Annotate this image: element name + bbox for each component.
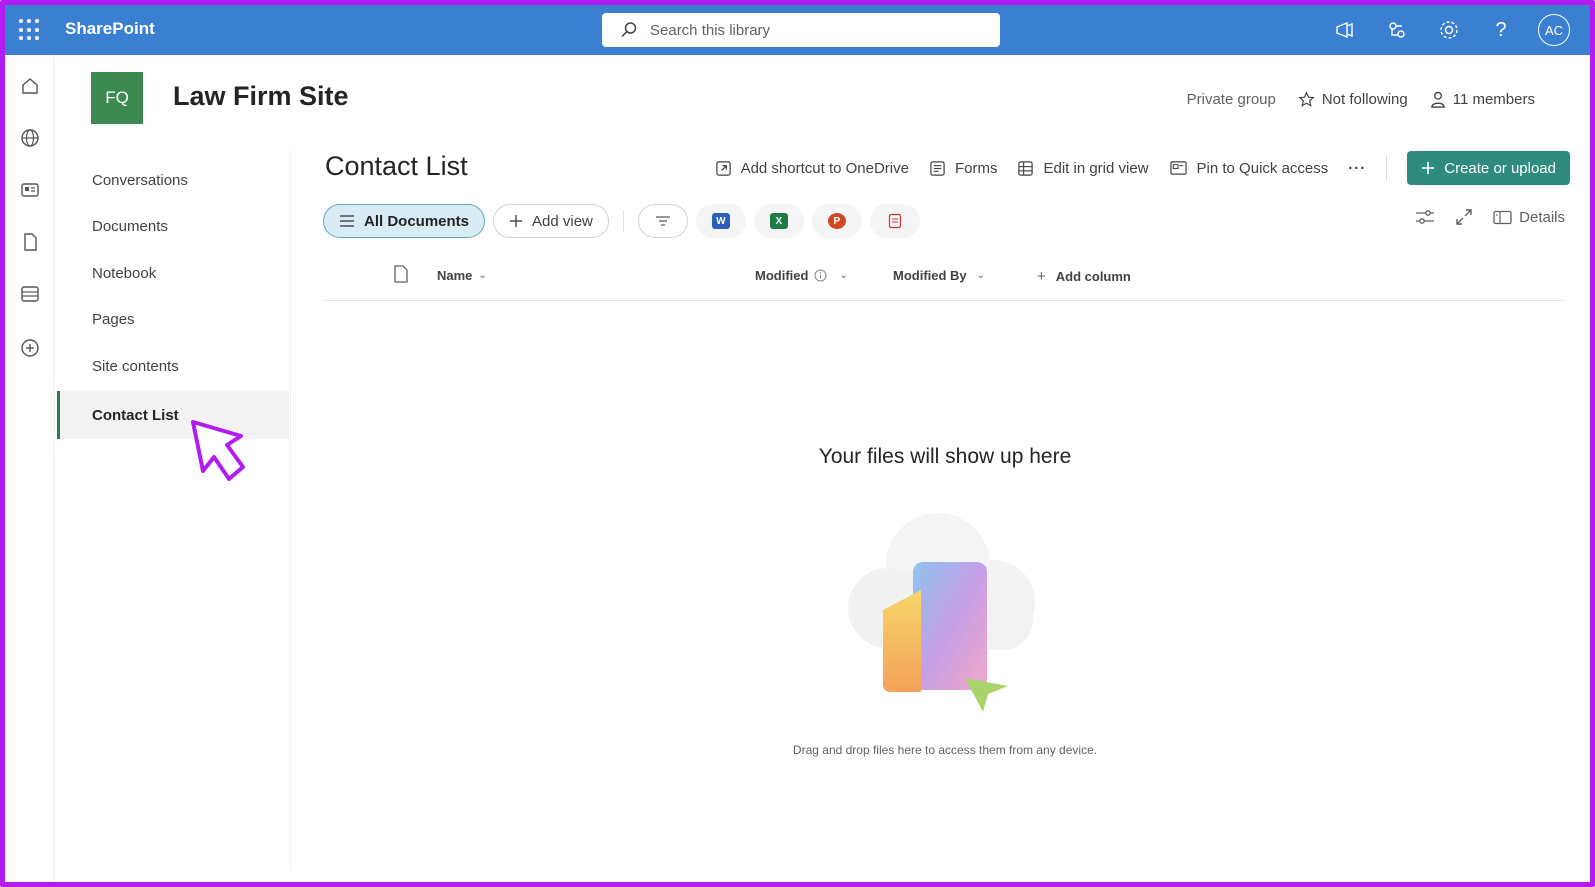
nav-item-pages[interactable]: Pages	[57, 296, 289, 342]
details-pane-button[interactable]: Details	[1493, 209, 1565, 226]
view-divider	[622, 210, 624, 232]
new-powerpoint-button[interactable]: P	[811, 204, 862, 238]
plus-icon	[510, 215, 523, 227]
column-name-label: Name	[437, 268, 473, 283]
create-upload-label: Create or upload	[1444, 159, 1556, 177]
cloud-file-illustration-icon	[848, 513, 1035, 712]
suite-header: SharePoint Search this library ? AC	[5, 5, 1590, 55]
add-view-button[interactable]: Add view	[493, 204, 609, 238]
follow-label: Not following	[1321, 91, 1408, 108]
info-icon	[814, 269, 827, 282]
library-title: Contact List	[325, 151, 468, 181]
filter-icon	[655, 216, 670, 226]
nav-item-conversations[interactable]: Conversations	[57, 157, 289, 203]
header-actions: ? AC	[1330, 14, 1570, 46]
site-navigation: Conversations Documents Notebook Pages S…	[57, 150, 291, 870]
column-header-row: Name ⌄ Modified ⌄ Modified By ⌄ + Add co…	[325, 261, 1563, 301]
view-options: Details	[1415, 208, 1565, 226]
all-documents-label: All Documents	[364, 212, 470, 230]
chevron-down-icon: ⌄	[839, 270, 848, 281]
command-divider	[1386, 155, 1388, 181]
annotation-arrow-icon	[191, 420, 245, 481]
new-excel-button[interactable]: X	[753, 204, 804, 238]
home-icon[interactable]	[19, 75, 41, 97]
edit-grid-view-button[interactable]: Edit in grid view	[1017, 159, 1149, 177]
help-icon[interactable]: ?	[1486, 15, 1516, 45]
search-box[interactable]: Search this library	[602, 13, 1000, 47]
chevron-down-icon: ⌄	[976, 270, 986, 281]
form-doc-icon	[888, 213, 901, 229]
pin-icon	[1169, 160, 1187, 175]
megaphone-icon[interactable]	[1330, 15, 1360, 45]
new-word-button[interactable]: W	[695, 204, 746, 238]
excel-icon: X	[769, 213, 788, 229]
screenshot-frame: SharePoint Search this library ? AC FQ L…	[0, 0, 1595, 887]
view-bar: All Documents Add view W X P	[323, 204, 920, 238]
pin-quick-access-label: Pin to Quick access	[1196, 159, 1329, 177]
search-icon	[621, 22, 637, 38]
site-title[interactable]: Law Firm Site	[173, 81, 349, 112]
chevron-down-icon: ⌄	[478, 270, 487, 281]
app-launcher-icon[interactable]	[19, 19, 41, 41]
edit-grid-view-label: Edit in grid view	[1043, 159, 1149, 177]
user-avatar[interactable]: AC	[1538, 14, 1570, 46]
nav-item-notebook[interactable]: Notebook	[57, 250, 289, 296]
powerpoint-icon: P	[827, 213, 846, 229]
news-icon[interactable]	[19, 179, 41, 201]
column-modified[interactable]: Modified ⌄	[755, 268, 848, 283]
brand-name[interactable]: SharePoint	[65, 19, 155, 39]
more-options-icon[interactable]: ···	[1348, 160, 1366, 177]
add-view-label: Add view	[532, 212, 593, 230]
filter-button[interactable]	[637, 204, 688, 238]
details-label: Details	[1519, 208, 1565, 226]
document-icon[interactable]	[19, 231, 41, 253]
nav-item-contact-list[interactable]: Contact List	[57, 391, 289, 439]
grid-icon	[1018, 160, 1034, 176]
view-all-documents[interactable]: All Documents	[323, 204, 486, 238]
forms-button[interactable]: Forms	[929, 159, 998, 177]
add-column-button[interactable]: + Add column	[1037, 268, 1131, 285]
gear-icon[interactable]	[1434, 15, 1464, 45]
plus-icon	[1422, 162, 1435, 174]
new-form-button[interactable]	[869, 204, 920, 238]
view-settings-icon[interactable]	[1415, 208, 1435, 226]
members-label: 11 members	[1452, 91, 1535, 108]
file-type-column-icon[interactable]	[393, 265, 409, 283]
add-shortcut-label: Add shortcut to OneDrive	[740, 159, 909, 177]
empty-state-subtitle: Drag and drop files here to access them …	[792, 743, 1098, 757]
follow-button[interactable]: Not following	[1298, 91, 1408, 108]
shortcut-icon	[715, 160, 731, 176]
list-view-icon	[340, 215, 354, 227]
add-column-label: Add column	[1055, 269, 1131, 284]
details-icon	[1493, 210, 1512, 224]
site-meta: Private group Not following 11 members	[1187, 91, 1535, 108]
add-shortcut-button[interactable]: Add shortcut to OneDrive	[715, 160, 909, 177]
column-modified-label: Modified	[755, 268, 809, 283]
expand-icon[interactable]	[1455, 208, 1473, 226]
star-icon	[1298, 91, 1315, 107]
members-button[interactable]: 11 members	[1430, 91, 1535, 108]
person-icon	[1430, 91, 1445, 108]
share-network-icon[interactable]	[1382, 15, 1412, 45]
create-upload-button[interactable]: Create or upload	[1407, 151, 1570, 185]
forms-label: Forms	[954, 159, 998, 177]
forms-icon	[930, 160, 945, 176]
add-circle-icon[interactable]	[19, 337, 41, 359]
app-bar	[5, 55, 55, 882]
pin-quick-access-button[interactable]: Pin to Quick access	[1169, 159, 1329, 177]
empty-state-title: Your files will show up here	[818, 445, 1072, 468]
search-placeholder[interactable]: Search this library	[650, 22, 770, 39]
command-bar: Add shortcut to OneDrive Forms Edit in g…	[715, 151, 1570, 185]
list-icon[interactable]	[19, 283, 41, 305]
plus-icon: +	[1037, 268, 1046, 285]
column-name[interactable]: Name ⌄	[437, 268, 487, 283]
nav-item-documents[interactable]: Documents	[57, 203, 289, 249]
nav-item-site-contents[interactable]: Site contents	[57, 343, 289, 389]
site-logo[interactable]: FQ	[91, 72, 143, 124]
column-modified-by-label: Modified By	[893, 268, 967, 283]
word-icon: W	[711, 213, 730, 229]
globe-icon[interactable]	[19, 127, 41, 149]
column-modified-by[interactable]: Modified By ⌄	[893, 268, 985, 283]
privacy-label: Private group	[1186, 91, 1276, 108]
